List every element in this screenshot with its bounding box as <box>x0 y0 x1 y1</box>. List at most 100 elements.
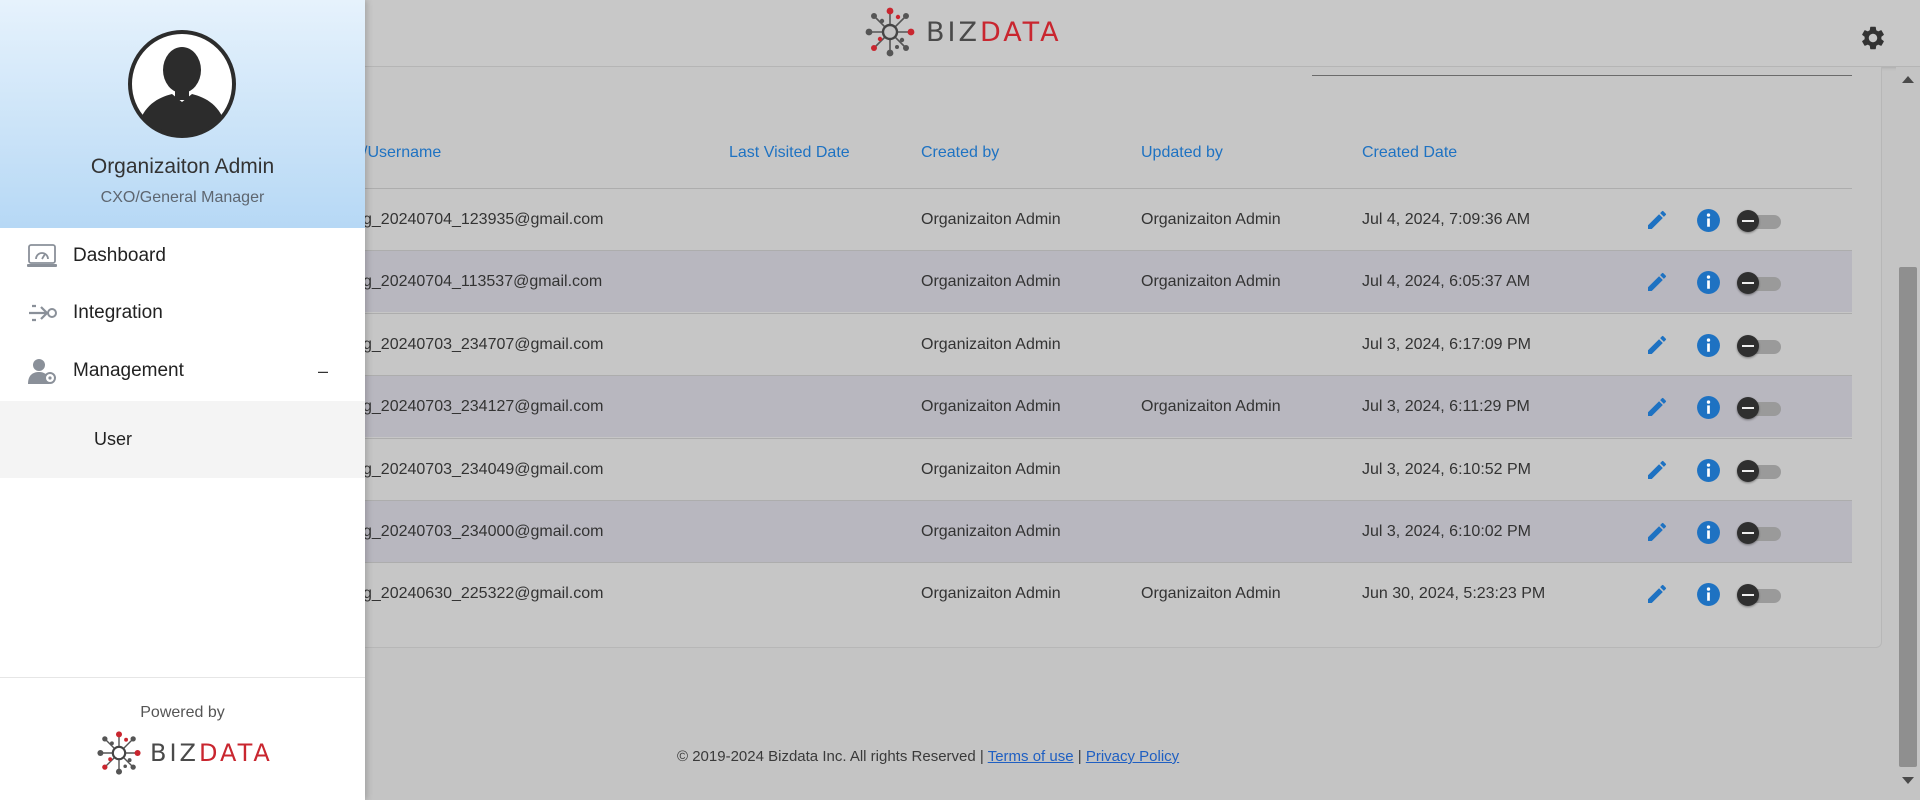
cell-username: g_20240630_225322@gmail.com <box>363 585 604 602</box>
toggle-knob <box>1737 272 1759 294</box>
column-header-last-visited[interactable]: Last Visited Date <box>729 144 850 162</box>
table-row: g_20240704_113537@gmail.com Organizaiton… <box>330 250 1852 312</box>
table-row: g_20240630_225322@gmail.com Organizaiton… <box>330 562 1852 624</box>
logo-wordmark-biz: BIZ <box>150 739 199 767</box>
profile-panel: Organizaiton Admin CXO/General Manager <box>0 0 365 228</box>
scroll-up-arrow-icon[interactable] <box>1902 76 1914 83</box>
cell-created-by: Organizaiton Admin <box>921 523 1061 540</box>
status-toggle[interactable] <box>1737 271 1781 294</box>
user-avatar-icon[interactable] <box>126 28 238 140</box>
table-row: g_20240703_234000@gmail.com Organizaiton… <box>330 500 1852 562</box>
profile-name: Organizaiton Admin <box>90 155 275 178</box>
table-row: g_20240703_234127@gmail.com Organizaiton… <box>330 375 1852 437</box>
column-header-created-date[interactable]: Created Date <box>1362 144 1457 162</box>
edit-icon[interactable] <box>1645 458 1669 482</box>
nav-label-dashboard: Dashboard <box>73 245 166 266</box>
edit-icon[interactable] <box>1645 582 1669 606</box>
info-icon[interactable] <box>1696 395 1721 420</box>
nav-label-user: User <box>94 429 133 449</box>
cell-username: g_20240703_234707@gmail.com <box>363 336 604 353</box>
table-row: g_20240704_123935@gmail.com Organizaiton… <box>330 188 1852 250</box>
logo-wordmark-data: DATA <box>198 739 273 767</box>
cell-username: g_20240703_234000@gmail.com <box>363 523 604 540</box>
bizdata-logo[interactable]: BIZDATA <box>864 6 1062 58</box>
logo-wordmark: BIZDATA <box>926 17 1062 48</box>
table-row: g_20240703_234049@gmail.com Organizaiton… <box>330 438 1852 500</box>
status-toggle[interactable] <box>1737 521 1781 544</box>
powered-by-label: Powered by <box>140 704 225 721</box>
logo-wordmark: BIZDATA <box>150 739 273 767</box>
edit-icon[interactable] <box>1645 520 1669 544</box>
bizdata-logo-mark-icon <box>97 731 141 775</box>
collapse-icon[interactable]: – <box>318 343 328 399</box>
bizdata-footer-logo[interactable]: BIZDATA <box>96 730 273 776</box>
status-toggle[interactable] <box>1737 459 1781 482</box>
cell-username: g_20240703_234127@gmail.com <box>363 398 604 415</box>
dashboard-icon <box>27 244 57 267</box>
info-icon[interactable] <box>1696 208 1721 233</box>
copyright-text: © 2019-2024 Bizdata Inc. All rights Rese… <box>677 748 984 765</box>
scroll-thumb[interactable] <box>1899 267 1917 767</box>
column-header-updated-by[interactable]: Updated by <box>1141 144 1223 162</box>
search-input[interactable] <box>1312 75 1852 76</box>
cell-created-by: Organizaiton Admin <box>921 398 1061 415</box>
drawer-footer: Powered by BIZDATA <box>0 677 365 800</box>
cell-username: g_20240704_113537@gmail.com <box>363 273 603 290</box>
integration-icon <box>29 304 57 322</box>
cell-created-date: Jun 30, 2024, 5:23:23 PM <box>1362 585 1546 602</box>
cell-created-by: Organizaiton Admin <box>921 461 1061 478</box>
cell-updated-by: Organizaiton Admin <box>1141 398 1281 415</box>
info-icon[interactable] <box>1696 270 1721 295</box>
cell-created-by: Organizaiton Admin <box>921 273 1061 290</box>
edit-icon[interactable] <box>1645 270 1669 294</box>
cell-created-by: Organizaiton Admin <box>921 336 1061 353</box>
cell-created-date: Jul 3, 2024, 6:17:09 PM <box>1362 336 1531 353</box>
profile-role: CXO/General Manager <box>100 189 265 206</box>
toggle-knob <box>1737 397 1759 419</box>
nav-label-integration: Integration <box>73 302 163 323</box>
cell-updated-by: Organizaiton Admin <box>1141 273 1281 290</box>
edit-icon[interactable] <box>1645 208 1669 232</box>
info-icon[interactable] <box>1696 458 1721 483</box>
column-header-username[interactable]: /Username <box>363 144 441 162</box>
management-icon <box>28 359 56 384</box>
edit-icon[interactable] <box>1645 395 1669 419</box>
status-toggle[interactable] <box>1737 334 1781 357</box>
scroll-down-arrow-icon[interactable] <box>1902 777 1914 784</box>
privacy-policy-link[interactable]: Privacy Policy <box>1086 748 1179 765</box>
status-toggle[interactable] <box>1737 396 1781 419</box>
side-drawer: Organizaiton Admin CXO/General Manager D… <box>0 0 365 800</box>
nav-item-integration[interactable]: Integration <box>0 285 365 341</box>
nav-label-management: Management <box>73 360 184 381</box>
logo-wordmark-biz: BIZ <box>926 16 980 48</box>
info-icon[interactable] <box>1696 333 1721 358</box>
copyright-footer: © 2019-2024 Bizdata Inc. All rights Rese… <box>677 748 1179 765</box>
status-toggle[interactable] <box>1737 209 1781 232</box>
logo-wordmark-data: DATA <box>979 16 1062 48</box>
gear-icon[interactable] <box>1859 24 1887 52</box>
toggle-knob <box>1737 460 1759 482</box>
footer-separator: | <box>1077 748 1082 765</box>
toggle-knob <box>1737 584 1759 606</box>
edit-icon[interactable] <box>1645 333 1669 357</box>
toggle-knob <box>1737 335 1759 357</box>
status-toggle[interactable] <box>1737 583 1781 606</box>
info-icon[interactable] <box>1696 520 1721 545</box>
nav-item-dashboard[interactable]: Dashboard <box>0 228 365 284</box>
terms-of-use-link[interactable]: Terms of use <box>988 748 1074 765</box>
cell-updated-by: Organizaiton Admin <box>1141 211 1281 228</box>
management-submenu: User <box>0 401 365 478</box>
page-scrollbar[interactable] <box>1896 67 1920 800</box>
info-icon[interactable] <box>1696 582 1721 607</box>
cell-created-date: Jul 4, 2024, 6:05:37 AM <box>1362 273 1531 290</box>
toggle-knob <box>1737 522 1759 544</box>
cell-created-date: Jul 3, 2024, 6:11:29 PM <box>1362 398 1530 415</box>
cell-username: g_20240704_123935@gmail.com <box>363 211 604 228</box>
cell-created-by: Organizaiton Admin <box>921 211 1061 228</box>
cell-username: g_20240703_234049@gmail.com <box>363 461 604 478</box>
nav-item-user[interactable]: User <box>0 401 365 478</box>
nav-item-management[interactable]: Management – <box>0 343 365 399</box>
toggle-knob <box>1737 210 1759 232</box>
column-header-created-by[interactable]: Created by <box>921 144 999 162</box>
cell-updated-by: Organizaiton Admin <box>1141 585 1281 602</box>
